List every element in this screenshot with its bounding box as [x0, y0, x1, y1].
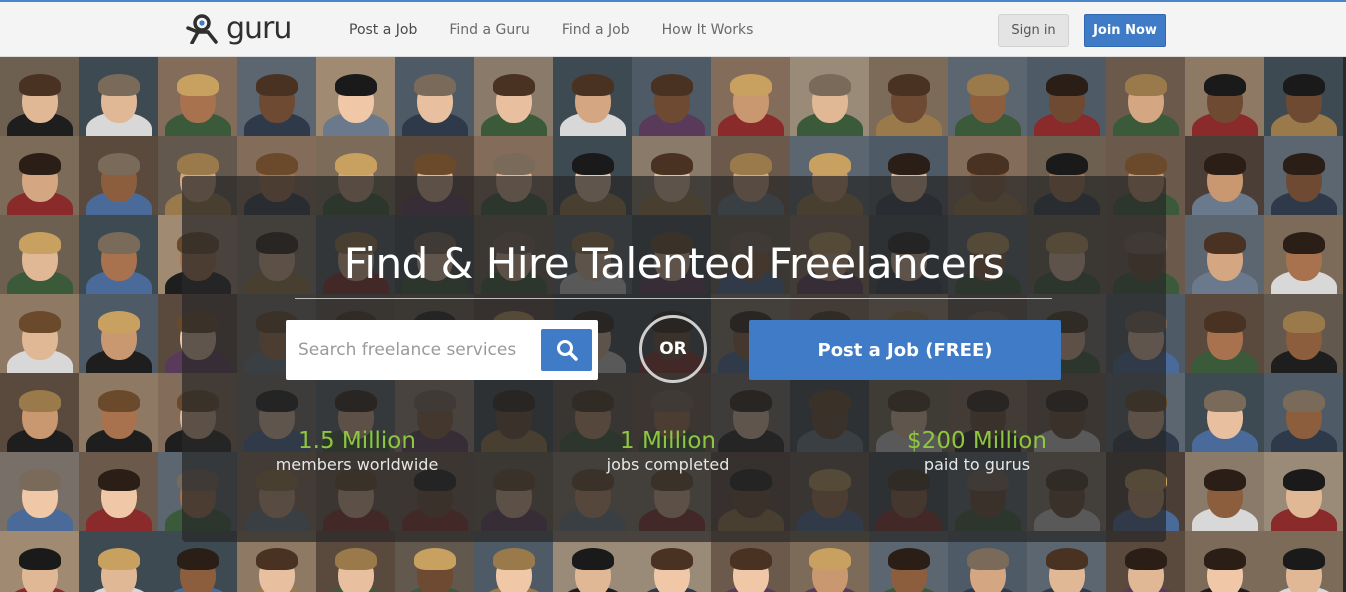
- headline-divider: [295, 298, 1052, 299]
- portrait-tile: [1185, 57, 1264, 136]
- portrait-tile: [79, 452, 158, 531]
- nav-post-a-job[interactable]: Post a Job: [333, 22, 433, 38]
- portrait-tile: [1264, 294, 1343, 373]
- portrait-tile: [1185, 531, 1264, 592]
- nav-find-a-guru[interactable]: Find a Guru: [433, 22, 546, 38]
- portrait-tile: [0, 136, 79, 215]
- nav-how-it-works[interactable]: How It Works: [646, 22, 770, 38]
- sign-in-button[interactable]: Sign in: [998, 14, 1069, 47]
- portrait-tile: [711, 57, 790, 136]
- search-icon: [556, 340, 578, 361]
- portrait-tile: [79, 531, 158, 592]
- portrait-tile: [1264, 136, 1343, 215]
- logo-text: guru: [226, 11, 292, 46]
- stat-value: 1.5 Million: [298, 428, 416, 454]
- portrait-tile: [1185, 215, 1264, 294]
- stat-jobs: 1 Million jobs completed: [548, 426, 788, 474]
- search-button[interactable]: [541, 329, 592, 371]
- portrait-tile: [1264, 373, 1343, 452]
- portrait-tile: [1185, 452, 1264, 531]
- portrait-tile: [316, 57, 395, 136]
- portrait-tile: [632, 57, 711, 136]
- portrait-tile: [79, 136, 158, 215]
- post-job-free-button[interactable]: Post a Job (FREE): [749, 320, 1061, 380]
- portrait-tile: [79, 57, 158, 136]
- stat-paid: $200 Million paid to gurus: [857, 426, 1097, 474]
- portrait-tile: [1106, 57, 1185, 136]
- portrait-tile: [869, 57, 948, 136]
- portrait-tile: [790, 57, 869, 136]
- guru-logo-icon: [186, 14, 218, 44]
- stat-value: $200 Million: [907, 428, 1047, 454]
- portrait-tile: [0, 57, 79, 136]
- portrait-tile: [0, 373, 79, 452]
- search-input[interactable]: [286, 320, 538, 380]
- portrait-tile: [1264, 531, 1343, 592]
- hero-headline: Find & Hire Talented Freelancers: [343, 239, 1005, 288]
- nav-find-a-job[interactable]: Find a Job: [546, 22, 646, 38]
- stat-members: 1.5 Million members worldwide: [237, 426, 477, 474]
- portrait-tile: [0, 531, 79, 592]
- stat-value: 1 Million: [620, 428, 716, 454]
- portrait-tile: [0, 294, 79, 373]
- stat-label: jobs completed: [606, 455, 730, 474]
- guru-logo[interactable]: guru: [186, 11, 292, 46]
- portrait-tile: [1264, 57, 1343, 136]
- portrait-tile: [1185, 373, 1264, 452]
- portrait-tile: [395, 57, 474, 136]
- portrait-tile: [0, 452, 79, 531]
- portrait-tile: [237, 57, 316, 136]
- portrait-tile: [1027, 57, 1106, 136]
- or-divider: OR: [639, 315, 707, 383]
- portrait-tile: [79, 373, 158, 452]
- portrait-tile: [79, 294, 158, 373]
- portrait-tile: [553, 57, 632, 136]
- join-now-button[interactable]: Join Now: [1084, 14, 1166, 47]
- portrait-tile: [1185, 294, 1264, 373]
- portrait-tile: [158, 57, 237, 136]
- portrait-tile: [948, 57, 1027, 136]
- portrait-tile: [79, 215, 158, 294]
- portrait-tile: [1264, 452, 1343, 531]
- portrait-tile: [1264, 215, 1343, 294]
- top-header: guru Post a Job Find a Guru Find a Job H…: [0, 0, 1346, 57]
- portrait-tile: [474, 57, 553, 136]
- main-nav: Post a Job Find a Guru Find a Job How It…: [333, 2, 769, 57]
- stat-label: paid to gurus: [923, 455, 1031, 474]
- stat-label: members worldwide: [275, 455, 439, 474]
- search-box: [286, 320, 598, 380]
- portrait-tile: [0, 215, 79, 294]
- portrait-tile: [1185, 136, 1264, 215]
